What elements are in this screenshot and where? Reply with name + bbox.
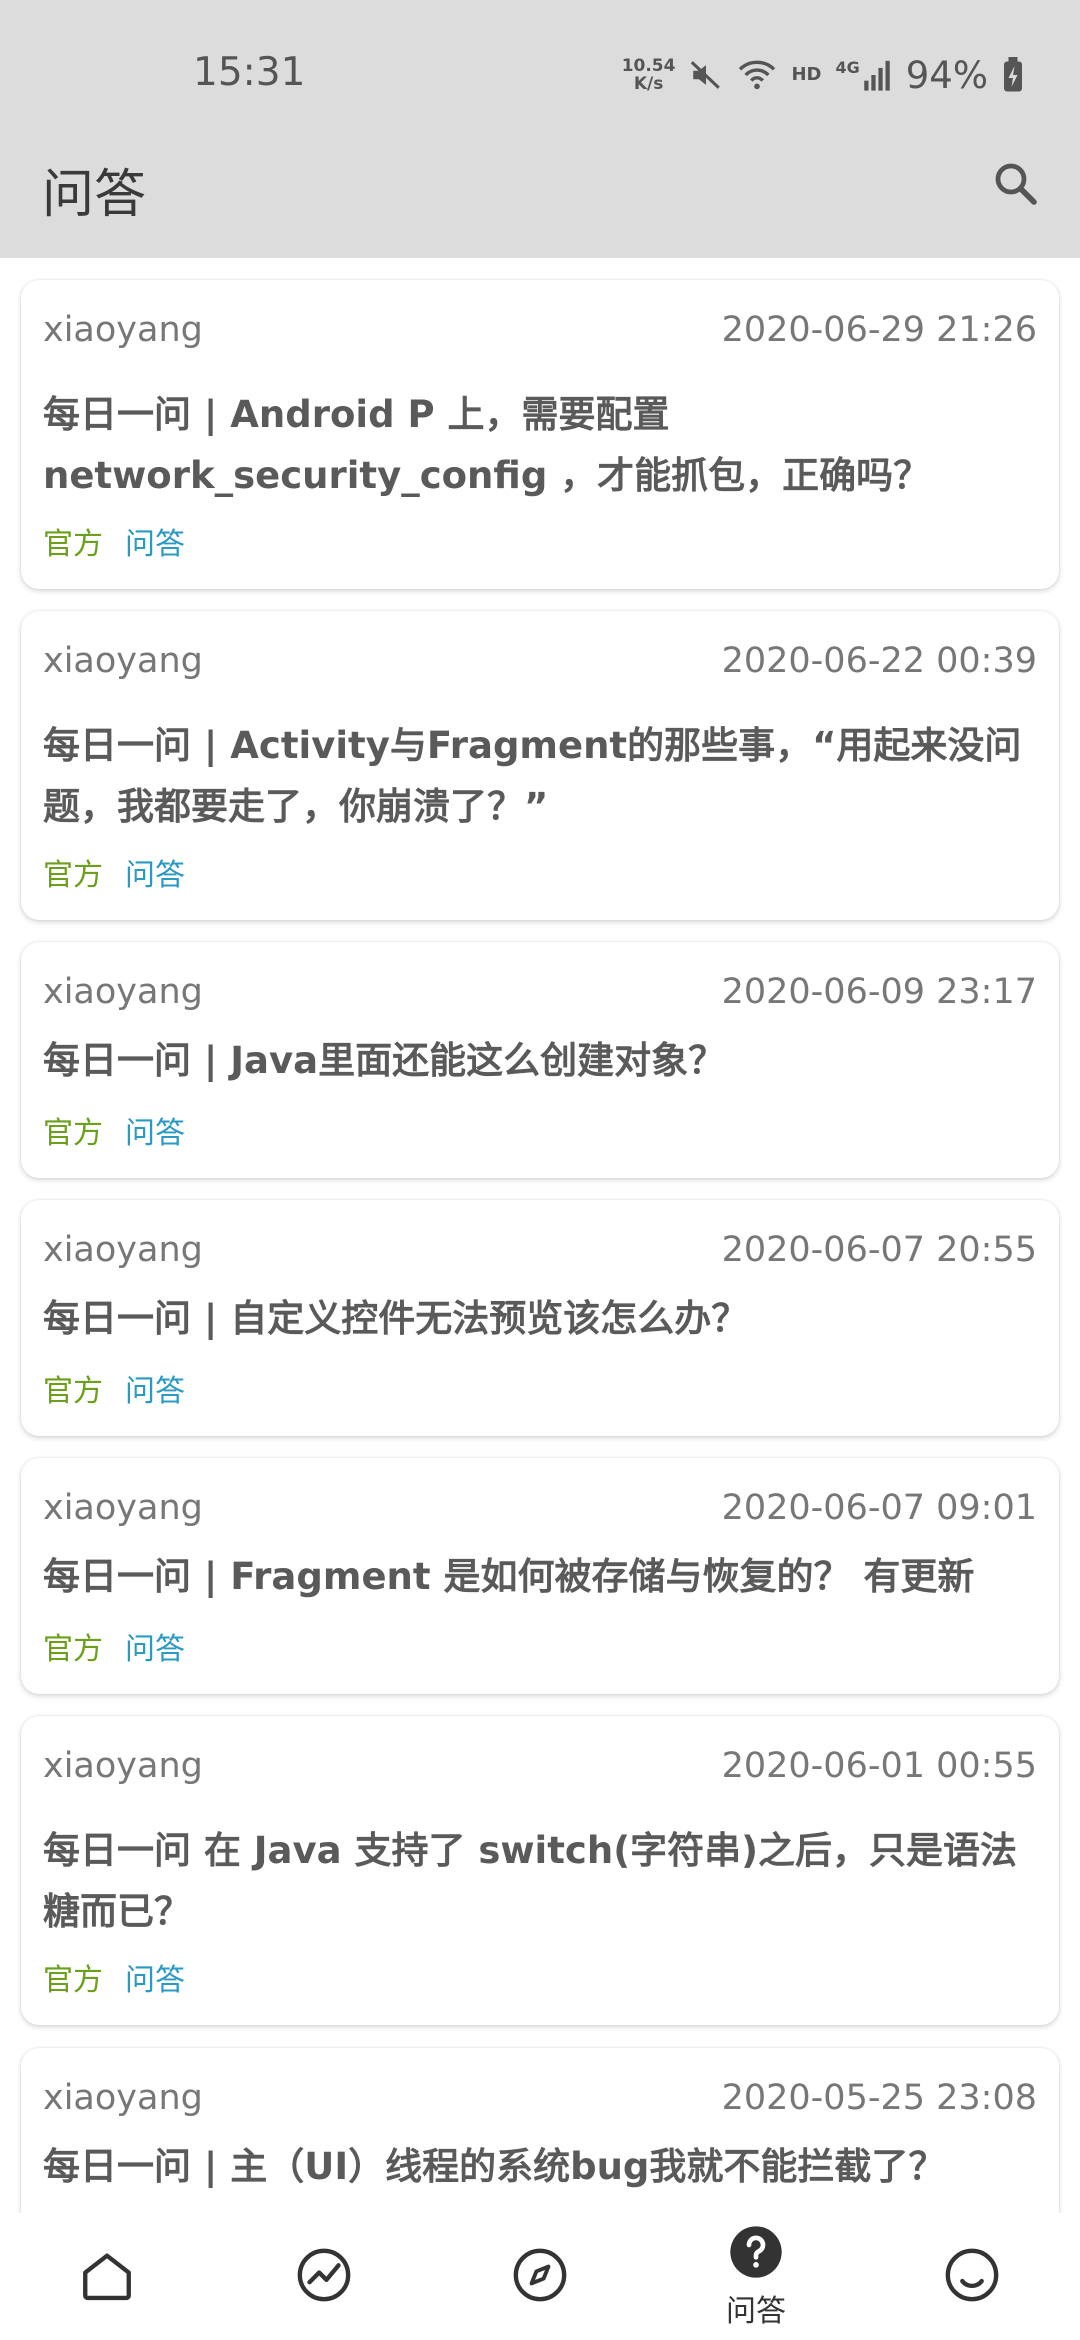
tag-qa[interactable]: 问答 [125, 1624, 185, 1668]
list-item[interactable]: xiaoyang 2020-06-07 20:55 每日一问 | 自定义控件无法… [21, 1200, 1059, 1436]
hd-indicator: HD [791, 64, 822, 85]
post-date: 2020-06-07 09:01 [721, 1488, 1037, 1528]
tag-official[interactable]: 官方 [43, 519, 103, 563]
author: xiaoyang [43, 310, 203, 350]
list-item[interactable]: xiaoyang 2020-06-07 09:01 每日一问 | Fragmen… [21, 1458, 1059, 1694]
author: xiaoyang [43, 2078, 203, 2118]
nav-trending[interactable] [254, 2213, 394, 2340]
tags: 官方 问答 [43, 850, 185, 894]
tags: 官方 问答 [43, 1108, 185, 1152]
post-title: 每日一问 | Fragment 是如何被存储与恢复的？ 有更新 [43, 1555, 975, 1598]
author: xiaoyang [43, 641, 203, 681]
post-title: 每日一问 | Activity与Fragment的那些事，“用起来没问题，我都要… [43, 724, 1022, 828]
post-title: 每日一问 | Java里面还能这么创建对象？ [43, 1039, 726, 1082]
tags: 官方 问答 [43, 519, 185, 563]
author: xiaoyang [43, 1746, 203, 1786]
search-icon [991, 159, 1039, 211]
post-date: 2020-06-01 00:55 [721, 1746, 1037, 1786]
post-date: 2020-06-29 21:26 [721, 310, 1037, 350]
post-date: 2020-06-07 20:55 [721, 1230, 1037, 1270]
tags: 官方 问答 [43, 1955, 185, 1999]
list-item[interactable]: xiaoyang 2020-06-22 00:39 每日一问 | Activit… [21, 611, 1059, 920]
tag-qa[interactable]: 问答 [125, 519, 185, 563]
list-item[interactable]: xiaoyang 2020-06-01 00:55 每日一问 在 Java 支持… [21, 1716, 1059, 2025]
tag-qa[interactable]: 问答 [125, 1108, 185, 1152]
compass-icon [511, 2246, 569, 2308]
tag-qa[interactable]: 问答 [125, 1955, 185, 1999]
tags: 官方 问答 [43, 1624, 185, 1668]
network-type: 4G [835, 58, 860, 77]
post-date: 2020-06-22 00:39 [721, 641, 1037, 681]
post-title: 每日一问 在 Java 支持了 switch(字符串)之后，只是语法糖而已？ [43, 1829, 1018, 1933]
signal-icon: 4G [835, 58, 891, 92]
list-item[interactable]: xiaoyang 2020-06-29 21:26 每日一问 | Android… [21, 280, 1059, 589]
battery-percent: 94% [905, 53, 988, 97]
speed-unit: K/s [633, 74, 664, 94]
tag-official[interactable]: 官方 [43, 1108, 103, 1152]
tag-official[interactable]: 官方 [43, 1955, 103, 1999]
nav-discover[interactable] [470, 2213, 610, 2340]
post-title: 每日一问 | Android P 上，需要配置 network_security… [43, 393, 931, 497]
list-item[interactable]: xiaoyang 2020-06-09 23:17 每日一问 | Java里面还… [21, 942, 1059, 1178]
nav-qa[interactable]: 问答 [686, 2213, 826, 2340]
tags: 官方 问答 [43, 1366, 185, 1410]
smile-icon [943, 2246, 1001, 2308]
search-button[interactable] [985, 155, 1045, 215]
battery-icon [1002, 57, 1024, 93]
page-title: 问答 [42, 165, 147, 225]
post-title: 每日一问 | 主（UI）线程的系统bug我就不能拦截了？ [43, 2145, 946, 2188]
speed-value: 10.54 [621, 56, 676, 76]
status-bar: 15:31 10.54 K/s HD 4G 94% [0, 0, 1080, 148]
author: xiaoyang [43, 1230, 203, 1270]
author: xiaoyang [43, 972, 203, 1012]
top-bar: 15:31 10.54 K/s HD 4G 94% 问答 [0, 0, 1080, 258]
network-speed: 10.54 K/s [622, 57, 676, 93]
tag-official[interactable]: 官方 [43, 1624, 103, 1668]
question-icon [728, 2224, 784, 2284]
mute-icon [689, 58, 723, 92]
tag-qa[interactable]: 问答 [125, 850, 185, 894]
wifi-icon [737, 58, 777, 92]
home-icon [78, 2246, 136, 2308]
post-title: 每日一问 | 自定义控件无法预览该怎么办？ [43, 1297, 749, 1340]
nav-profile[interactable] [902, 2213, 1042, 2340]
post-date: 2020-06-09 23:17 [721, 972, 1037, 1012]
nav-qa-label: 问答 [726, 2293, 786, 2329]
list-item[interactable]: xiaoyang 2020-05-25 23:08 每日一问 | 主（UI）线程… [21, 2048, 1059, 2213]
nav-home[interactable] [37, 2213, 177, 2340]
author: xiaoyang [43, 1488, 203, 1528]
question-list[interactable]: xiaoyang 2020-06-29 21:26 每日一问 | Android… [0, 258, 1080, 2213]
bottom-navigation: 问答 [0, 2213, 1080, 2340]
trending-icon [295, 2246, 353, 2308]
tag-official[interactable]: 官方 [43, 850, 103, 894]
tag-qa[interactable]: 问答 [125, 1366, 185, 1410]
post-date: 2020-05-25 23:08 [721, 2078, 1037, 2118]
tag-official[interactable]: 官方 [43, 1366, 103, 1410]
status-icons: 10.54 K/s HD 4G 94% [622, 48, 1024, 102]
status-time: 15:31 [193, 50, 306, 95]
